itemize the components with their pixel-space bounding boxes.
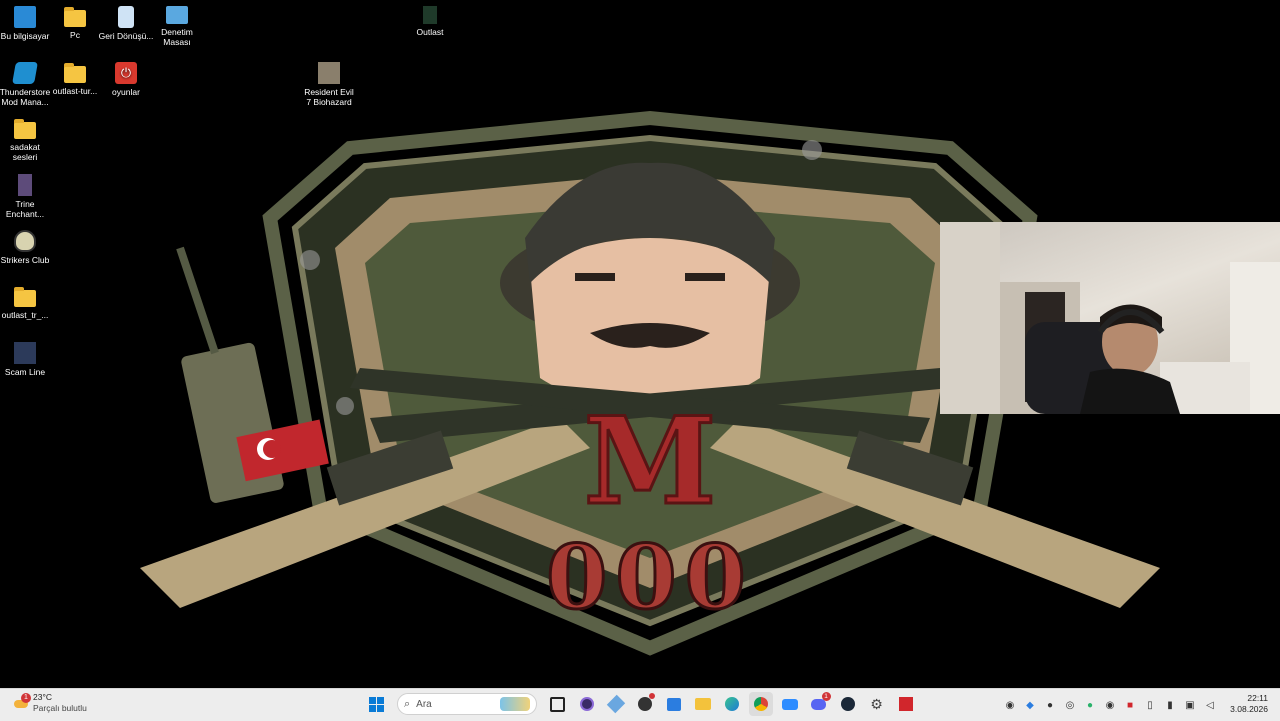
desktop-icon-control-panel[interactable]: Denetim Masası: [149, 2, 205, 47]
clock[interactable]: 22:11 3.08.2026: [1230, 693, 1268, 715]
weather-icon: 1: [12, 693, 31, 712]
tray-app-icon[interactable]: ●: [1083, 698, 1097, 712]
task-view-icon[interactable]: [546, 692, 570, 716]
store-icon[interactable]: [662, 692, 686, 716]
folder-icon: [14, 119, 36, 139]
settings-icon[interactable]: ⚙: [865, 692, 889, 716]
desktop-icon-label: oyunlar: [112, 87, 140, 97]
game-shortcut-icon: [423, 6, 437, 24]
search-placeholder: Ara: [416, 698, 432, 710]
tray-app-icon[interactable]: ▯: [1143, 698, 1157, 712]
desktop-icon-label: outlast-tur...: [52, 86, 98, 96]
desktop-icon-sadakat-sesleri[interactable]: sadakat sesleri: [0, 114, 53, 162]
desktop-icon-label: Strikers Club: [0, 255, 50, 265]
strikers-club-icon: [14, 230, 36, 252]
desktop-icon-label: Geri Dönüşü...: [98, 31, 154, 41]
wallpaper-number: 000: [546, 525, 754, 629]
discord-icon[interactable]: 1: [807, 692, 831, 716]
tray-app-icon[interactable]: ●: [1043, 698, 1057, 712]
desktop-icon-label: outlast_tr_...: [1, 310, 49, 320]
weather-temp: 23°C: [33, 692, 52, 702]
steam-icon[interactable]: [836, 692, 860, 716]
computer-icon: [14, 6, 36, 28]
taskbar: 1 23°C Parçalı bulutlu ⌕ Ara 1 ⚙ ◉ ◆ ● ◎…: [0, 688, 1280, 721]
webcam-feed-image: [940, 222, 1280, 414]
desktop-icon-strikers-club[interactable]: Strikers Club: [0, 226, 53, 265]
desktop-icon-label: sadakat sesleri: [10, 142, 40, 162]
network-icon[interactable]: ▣: [1183, 698, 1197, 712]
tray-app-icon[interactable]: ◆: [1023, 698, 1037, 712]
desktop-icon-label: Thunderstore Mod Mana...: [0, 87, 51, 107]
weather-condition: Parçalı bulutlu: [33, 703, 87, 713]
desktop-icon-bu-bilgisayar[interactable]: Bu bilgisayar: [0, 2, 53, 41]
folder-icon: [14, 287, 36, 307]
desktop-icon-label: Outlast: [416, 27, 444, 37]
weather-widget[interactable]: 1 23°C Parçalı bulutlu: [12, 692, 87, 714]
desktop-icon-label: Denetim Masası: [161, 27, 193, 47]
taskbar-search[interactable]: ⌕ Ara: [397, 693, 537, 715]
power-icon: ⏻: [115, 62, 137, 84]
folder-icon: [64, 63, 86, 83]
control-panel-icon: [166, 6, 188, 24]
desktop-icon-label: Bu bilgisayar: [0, 31, 50, 41]
system-tray: ◉ ◆ ● ◎ ● ◉ ■ ▯ ▮ ▣ ◁: [1000, 698, 1220, 712]
volume-icon[interactable]: ◁: [1203, 698, 1217, 712]
desktop-icon-label: Scam Line: [4, 367, 46, 377]
desktop-icon-label: Pc: [70, 30, 80, 40]
windows-start-icon[interactable]: [365, 692, 389, 716]
desktop-icon-scam-line[interactable]: Scam Line: [0, 338, 53, 377]
tray-app-icon[interactable]: ◎: [1063, 698, 1077, 712]
game-shortcut-icon: [18, 174, 32, 196]
desktop-icon-label: Trine Enchant...: [5, 199, 45, 219]
app-icon[interactable]: [604, 692, 628, 716]
chrome-dev-icon[interactable]: [633, 692, 657, 716]
zoom-icon[interactable]: [778, 692, 802, 716]
tray-app-icon[interactable]: ◉: [1003, 698, 1017, 712]
steam-tray-icon[interactable]: ◉: [1103, 698, 1117, 712]
folder-icon: [64, 7, 86, 27]
desktop-icon-outlast-tur[interactable]: outlast-tur...: [47, 58, 103, 96]
thunderstore-icon: [12, 62, 38, 84]
webcam-overlay: [940, 222, 1280, 414]
desktop-icon-resident-evil[interactable]: Resident Evil 7 Biohazard: [301, 58, 357, 107]
game-shortcut-icon: [318, 62, 340, 84]
search-icon: ⌕: [404, 697, 411, 710]
obs-icon[interactable]: [575, 692, 599, 716]
clock-date: 3.08.2026: [1230, 704, 1268, 714]
amd-icon[interactable]: [894, 692, 918, 716]
desktop-icon-recycle-bin[interactable]: Geri Dönüşü...: [98, 2, 154, 41]
desktop-icon-trine[interactable]: Trine Enchant...: [0, 170, 53, 219]
wallpaper-letter: M: [584, 391, 717, 532]
recycle-bin-icon: [118, 6, 134, 28]
discord-badge: 1: [821, 692, 831, 701]
desktop-icon-outlast-tr[interactable]: outlast_tr_...: [0, 282, 53, 320]
edge-icon[interactable]: [720, 692, 744, 716]
desktop-icon-pc[interactable]: Pc: [47, 2, 103, 40]
microphone-icon[interactable]: ▮: [1163, 698, 1177, 712]
desktop-icon-oyunlar[interactable]: ⏻ oyunlar: [98, 58, 154, 97]
search-highlight-icon: [500, 697, 530, 711]
desktop-icon-label: Resident Evil 7 Biohazard: [304, 87, 354, 107]
game-shortcut-icon: [14, 342, 36, 364]
weather-badge: 1: [21, 693, 31, 703]
desktop-icon-outlast[interactable]: Outlast: [402, 2, 458, 37]
desktop-icon-thunderstore[interactable]: Thunderstore Mod Mana...: [0, 58, 53, 107]
taskbar-center: ⌕ Ara 1 ⚙: [362, 692, 920, 716]
desktop: M 000 Bu bilgisayar Pc Geri Dönüşü... De…: [0, 0, 1280, 688]
amd-tray-icon[interactable]: ■: [1123, 698, 1137, 712]
file-explorer-icon[interactable]: [691, 692, 715, 716]
clock-time: 22:11: [1247, 693, 1268, 703]
chrome-icon[interactable]: [748, 692, 773, 716]
